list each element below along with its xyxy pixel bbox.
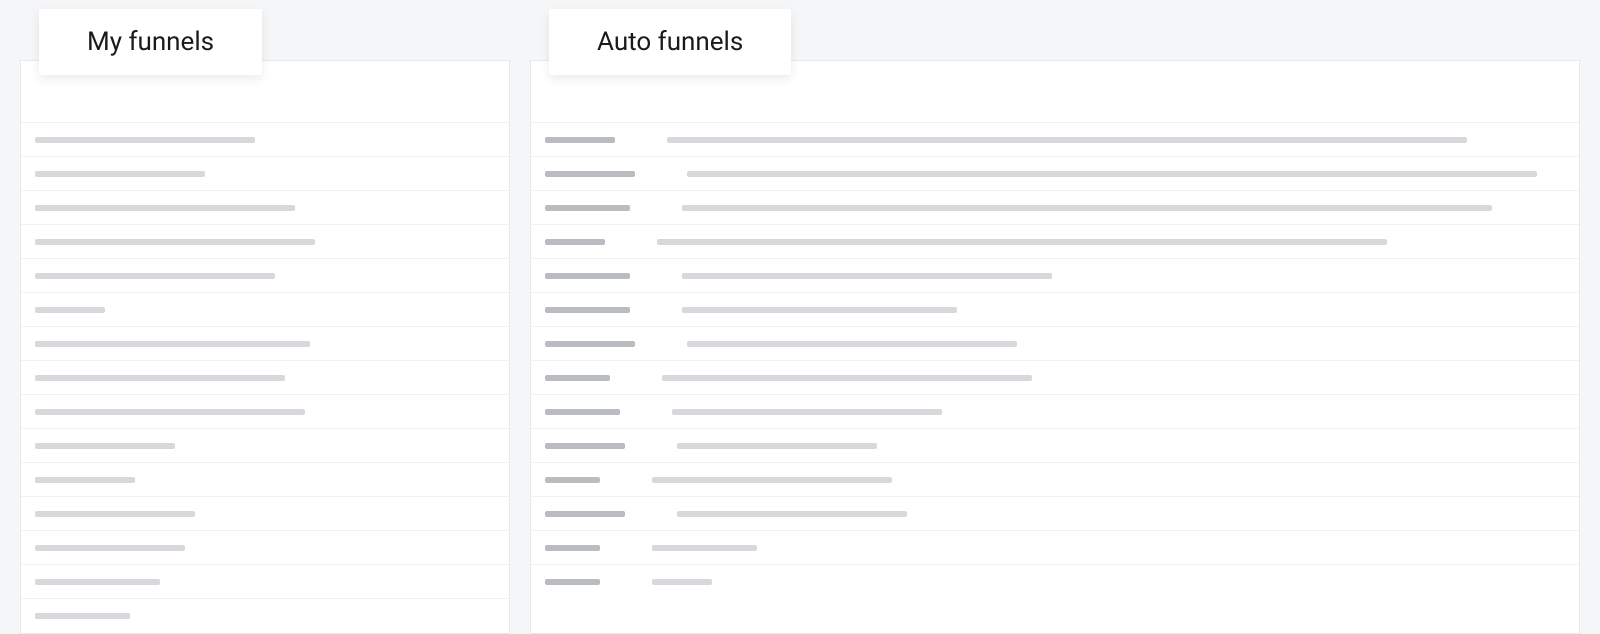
list-item[interactable] [21,293,509,327]
list-item[interactable] [21,157,509,191]
auto-funnels-panel: Auto funnels [530,60,1580,634]
list-item[interactable] [531,463,1579,497]
my-funnels-list [21,123,509,633]
placeholder-value-bar [682,273,1052,279]
placeholder-key-bar [545,171,635,177]
placeholder-key-bar [545,307,630,313]
placeholder-value-bar [652,477,892,483]
placeholder-bar [35,273,275,279]
placeholder-value-bar [677,511,907,517]
placeholder-bar [35,511,195,517]
list-item[interactable] [531,497,1579,531]
my-funnels-panel: My funnels [20,60,510,634]
placeholder-bar [35,409,305,415]
list-item[interactable] [21,429,509,463]
placeholder-bar [35,307,105,313]
list-item[interactable] [21,259,509,293]
placeholder-bar [35,171,205,177]
placeholder-value-bar [687,171,1537,177]
placeholder-value-bar [662,375,1032,381]
placeholder-bar [35,477,135,483]
list-item[interactable] [21,531,509,565]
list-item[interactable] [21,395,509,429]
placeholder-bar [35,205,295,211]
placeholder-key-bar [545,273,630,279]
list-item[interactable] [531,429,1579,463]
placeholder-value-bar [672,409,942,415]
placeholder-key-bar [545,341,635,347]
placeholder-key-bar [545,545,600,551]
placeholder-value-bar [687,341,1017,347]
placeholder-key-bar [545,375,610,381]
tab-auto-funnels[interactable]: Auto funnels [549,9,791,75]
placeholder-key-bar [545,579,600,585]
placeholder-value-bar [682,205,1492,211]
list-item[interactable] [531,123,1579,157]
list-item[interactable] [531,327,1579,361]
auto-funnels-list [531,123,1579,599]
list-item[interactable] [531,191,1579,225]
list-item[interactable] [531,293,1579,327]
list-item[interactable] [21,599,509,633]
list-item[interactable] [531,565,1579,599]
placeholder-key-bar [545,477,600,483]
placeholder-value-bar [652,579,712,585]
placeholder-bar [35,545,185,551]
list-item[interactable] [21,123,509,157]
list-item[interactable] [531,531,1579,565]
list-item[interactable] [21,565,509,599]
placeholder-bar [35,613,130,619]
placeholder-bar [35,579,160,585]
list-item[interactable] [21,327,509,361]
list-item[interactable] [531,395,1579,429]
placeholder-bar [35,375,285,381]
placeholder-value-bar [677,443,877,449]
list-item[interactable] [21,225,509,259]
list-item[interactable] [21,191,509,225]
placeholder-key-bar [545,137,615,143]
list-item[interactable] [531,157,1579,191]
placeholder-key-bar [545,205,630,211]
list-item[interactable] [21,361,509,395]
list-item[interactable] [531,259,1579,293]
placeholder-value-bar [667,137,1467,143]
list-item[interactable] [21,463,509,497]
placeholder-value-bar [682,307,957,313]
placeholder-bar [35,443,175,449]
list-item[interactable] [531,361,1579,395]
list-item[interactable] [531,225,1579,259]
list-item[interactable] [21,497,509,531]
placeholder-key-bar [545,239,605,245]
placeholder-key-bar [545,511,625,517]
tab-my-funnels[interactable]: My funnels [39,9,262,75]
placeholder-key-bar [545,409,620,415]
placeholder-key-bar [545,443,625,449]
placeholder-bar [35,341,310,347]
placeholder-bar [35,239,315,245]
placeholder-value-bar [657,239,1387,245]
placeholder-bar [35,137,255,143]
placeholder-value-bar [652,545,757,551]
